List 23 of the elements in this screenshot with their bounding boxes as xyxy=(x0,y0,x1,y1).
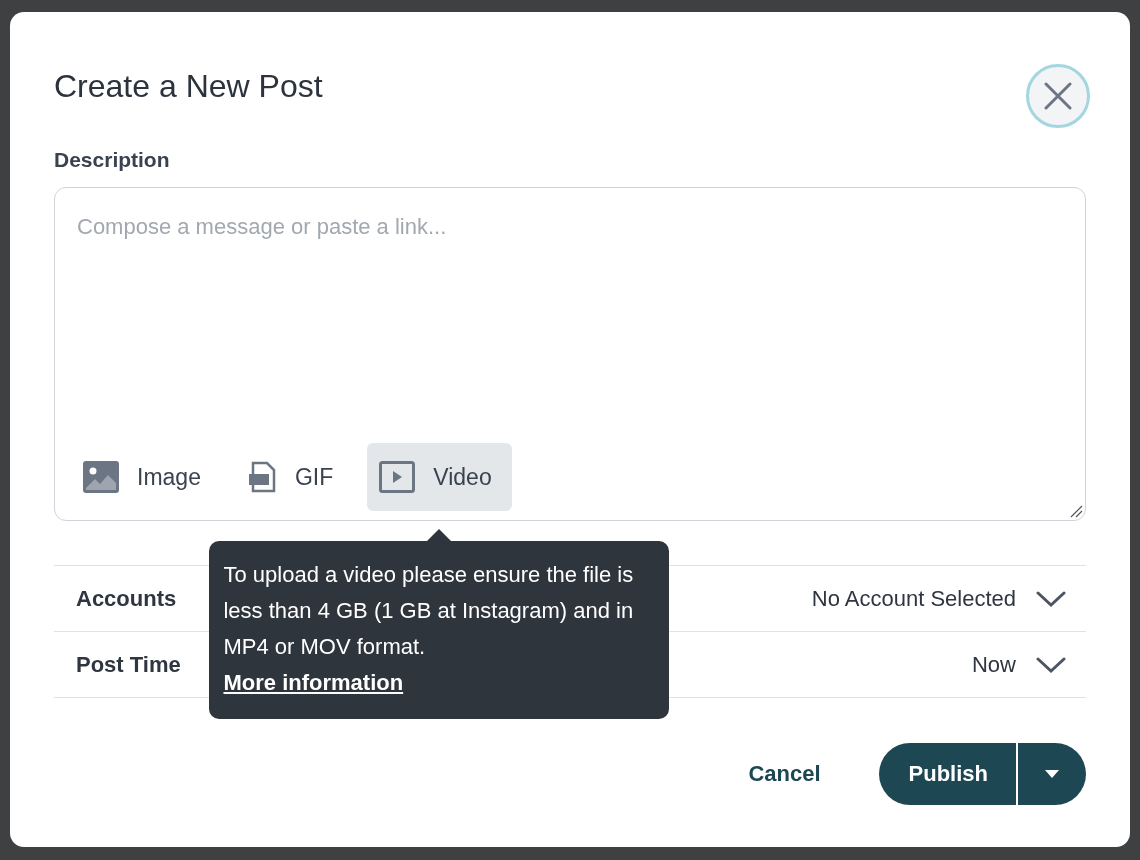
chevron-down-icon xyxy=(1036,655,1066,674)
tooltip-text: To upload a video please ensure the file is less than 4 GB (1 GB at Instagram) and in MP4 or MOV format. xyxy=(223,561,635,661)
more-information-link[interactable]: More information xyxy=(223,670,404,695)
media-button[interactable]: Video xyxy=(367,443,512,511)
cancel-button[interactable]: Cancel xyxy=(746,753,823,795)
setting-label: Post Time xyxy=(76,651,181,678)
publish-options-button[interactable] xyxy=(1016,743,1086,805)
setting-label: Accounts xyxy=(76,585,177,612)
setting-dropdown[interactable]: Now xyxy=(972,651,1066,678)
close-icon xyxy=(1044,82,1072,110)
chevron-down-icon xyxy=(1036,589,1066,608)
media-button[interactable]: Image xyxy=(71,443,221,511)
setting-dropdown[interactable]: No Account Selected xyxy=(811,585,1066,612)
description-label: Description xyxy=(54,148,171,172)
publish-button[interactable]: Publish xyxy=(878,743,1016,805)
dialog-title: Create a New Post xyxy=(54,67,323,106)
video-play-icon xyxy=(379,461,416,493)
message-input[interactable]: Compose a message or paste a link... xyxy=(55,188,1085,443)
image-icon xyxy=(83,461,119,493)
media-button[interactable]: GIF xyxy=(234,443,354,511)
gif-file-icon xyxy=(246,461,277,493)
resize-handle-icon[interactable] xyxy=(1069,504,1083,518)
caret-down-icon xyxy=(1045,770,1059,778)
